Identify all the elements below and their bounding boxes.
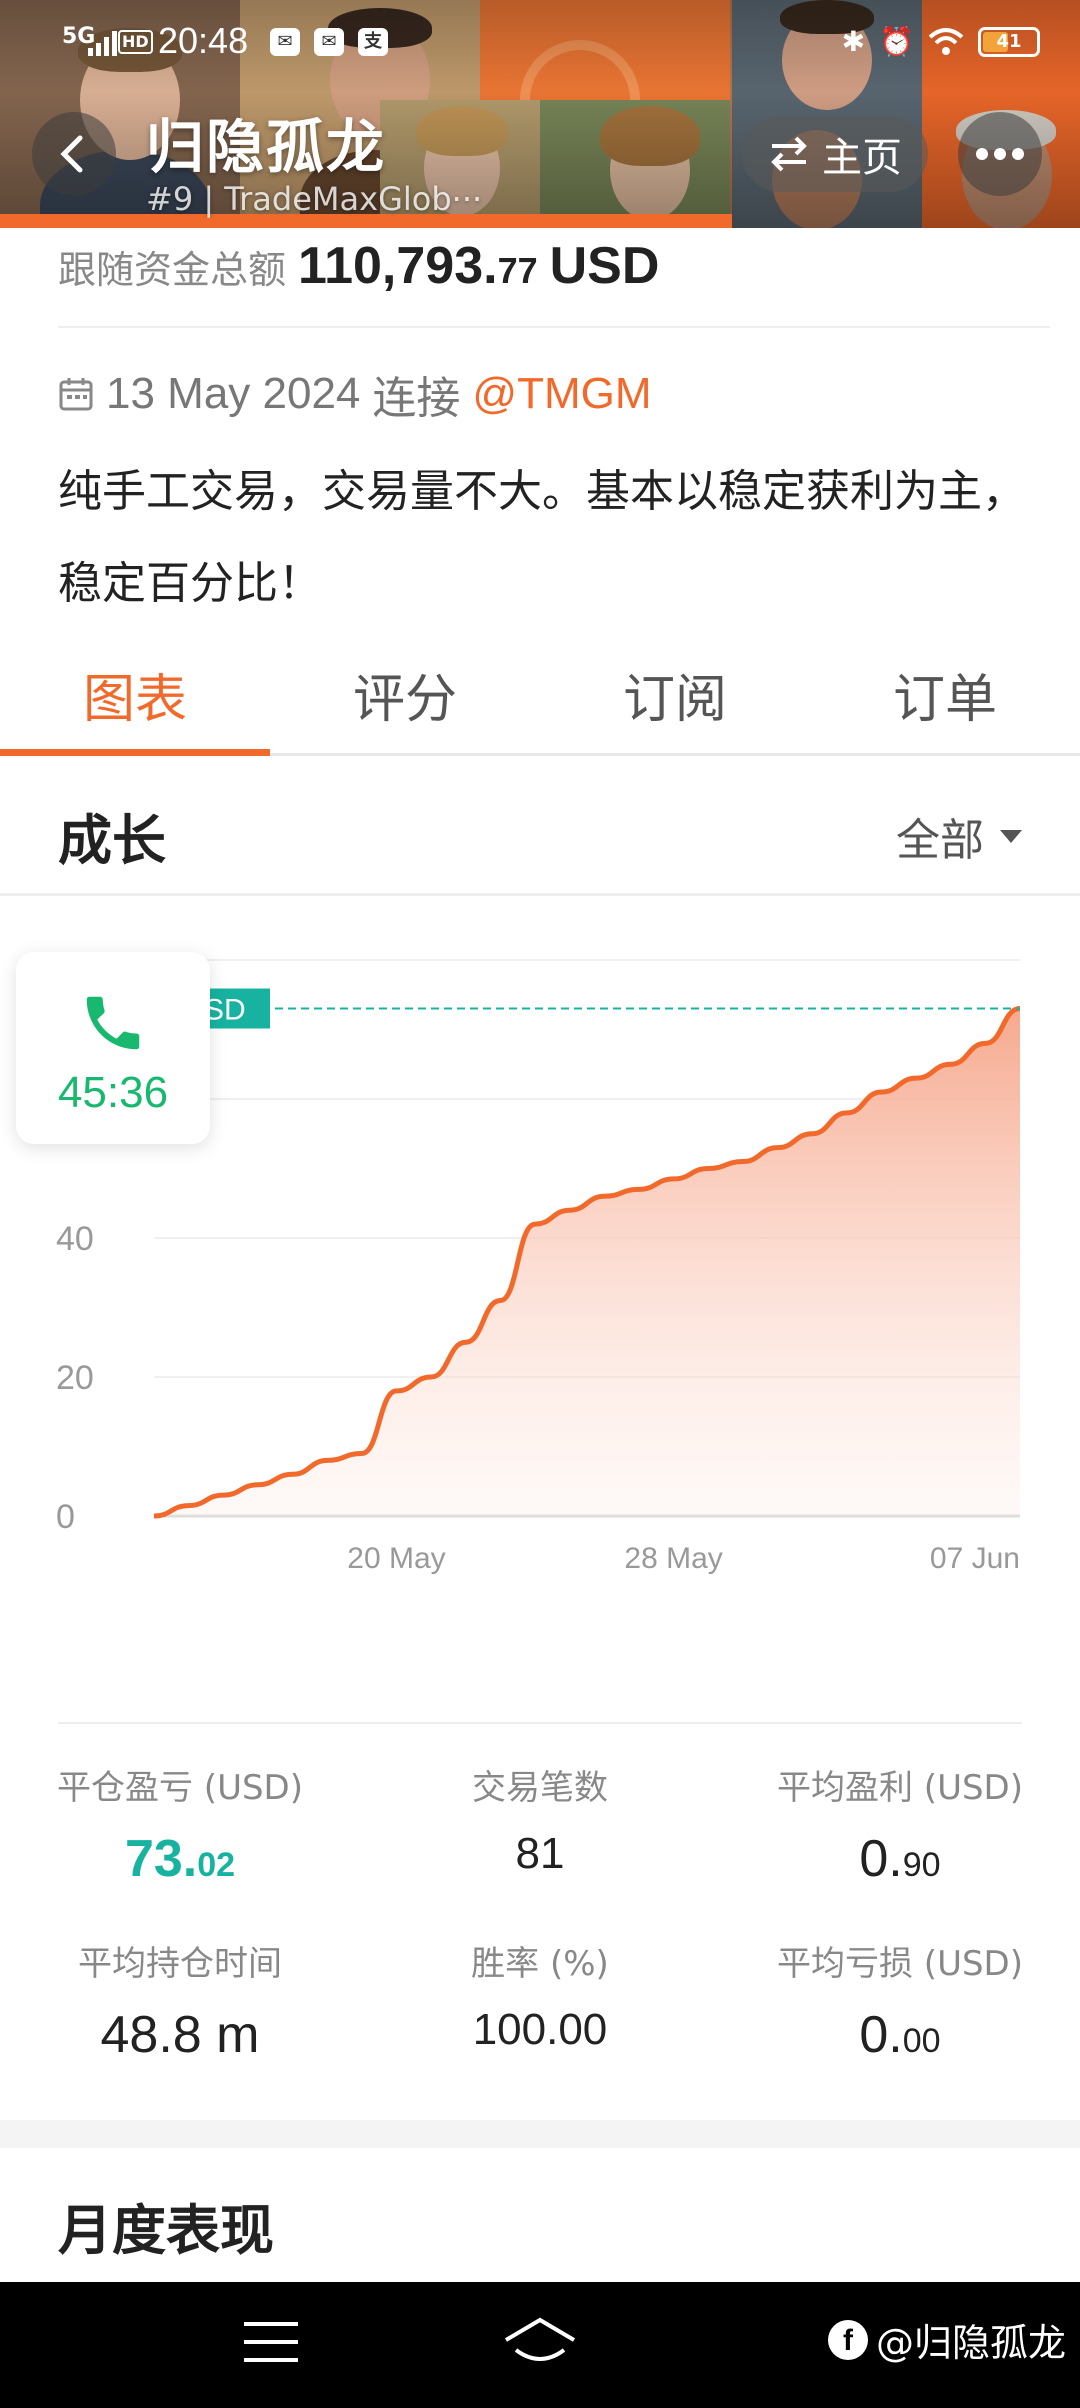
more-button[interactable] xyxy=(958,112,1042,196)
stat-avg-profit: 平均盈利 (USD) 0.90 xyxy=(777,1768,1023,1888)
page-title: 归隐孤龙 xyxy=(146,113,387,181)
home-icon[interactable] xyxy=(502,2316,578,2368)
stat-trade-count: 交易笔数 81 xyxy=(472,1768,608,1878)
y-tick-label: 0 xyxy=(56,1498,75,1536)
tab-orders[interactable]: 订单 xyxy=(810,650,1080,753)
status-bar: 5G HD 20:48 ✉ ✉ 支 ✱ ⏰ 41 xyxy=(0,14,1080,70)
mail-icon: ✉ xyxy=(270,28,300,56)
home-button-label: 主页 xyxy=(822,135,902,181)
x-tick-label: 07 Jun xyxy=(930,1542,1020,1575)
wifi-icon xyxy=(928,28,964,55)
stat-closed-pnl: 平仓盈亏 (USD) 73.02 xyxy=(57,1768,303,1888)
bluetooth-icon: ✱ xyxy=(841,25,866,58)
mail-icon: ✉ xyxy=(314,28,344,56)
system-nav-bar: f @归隐孤龙 xyxy=(0,2282,1080,2408)
call-duration: 45:36 xyxy=(57,1068,169,1117)
battery-level: 41 xyxy=(996,31,1022,52)
swap-icon xyxy=(771,136,807,172)
chevron-left-icon xyxy=(60,135,83,173)
y-tick-label: 40 xyxy=(56,1220,94,1258)
clock: 20:48 xyxy=(158,20,249,61)
section-separator xyxy=(0,2120,1080,2148)
growth-area xyxy=(154,1008,1020,1516)
tab-rating[interactable]: 评分 xyxy=(270,650,540,753)
x-tick-label: 28 May xyxy=(624,1542,722,1575)
divider xyxy=(58,1722,1022,1724)
follow-funds-total: 跟随资金总额 110,793.77 USD xyxy=(58,236,659,296)
alipay-icon: 支 xyxy=(358,28,388,56)
tab-subscribe[interactable]: 订阅 xyxy=(540,650,810,753)
signal-icon xyxy=(88,30,117,56)
stat-avg-loss: 平均亏损 (USD) 0.00 xyxy=(777,1944,1023,2064)
growth-filter-dropdown[interactable]: 全部 xyxy=(896,804,1022,868)
connect-label: 连接 xyxy=(372,374,461,423)
tab-chart[interactable]: 图表 xyxy=(0,650,270,756)
growth-title: 成长 xyxy=(58,809,166,872)
follow-funds-value: 110,793.77 xyxy=(298,237,538,295)
growth-filter-label: 全部 xyxy=(896,815,984,866)
stat-avg-holding-time: 平均持仓时间 48.8 m xyxy=(78,1944,282,2064)
phone-icon xyxy=(86,996,140,1050)
hd-indicator: HD xyxy=(118,30,153,54)
stat-win-rate: 胜率 (%) 100.00 xyxy=(471,1944,609,2054)
follow-funds-label: 跟随资金总额 xyxy=(58,248,287,292)
broker-link[interactable]: @TMGM xyxy=(472,369,651,419)
strategy-description: 纯手工交易，交易量不大。基本以稳定获利为主，稳定百分比！ xyxy=(58,466,1026,609)
current-value-tag-text: SD xyxy=(204,994,246,1027)
divider xyxy=(58,326,1050,328)
monthly-performance-title: 月度表现 xyxy=(58,2199,274,2262)
watermark-text: @归隐孤龙 xyxy=(875,2321,1066,2365)
rank-broker-label: #9 | TradeMaxGlob··· xyxy=(146,180,483,218)
ongoing-call-widget[interactable]: 45:36 xyxy=(16,952,210,1144)
connection-info: 13 May 2024 连接 @TMGM xyxy=(58,362,651,426)
growth-header: 成长 全部 xyxy=(0,756,1080,896)
tab-bar: 图表 评分 订阅 订单 xyxy=(0,650,1080,756)
back-button[interactable] xyxy=(32,112,116,196)
x-tick-label: 20 May xyxy=(347,1542,445,1575)
y-tick-label: 20 xyxy=(56,1359,94,1397)
status-icons: ✱ ⏰ 41 xyxy=(842,24,1040,60)
facebook-icon: f xyxy=(827,2319,868,2360)
home-button[interactable]: 主页 xyxy=(742,116,928,192)
battery-icon: 41 xyxy=(978,27,1040,57)
connect-date: 13 May 2024 xyxy=(106,369,361,418)
caret-down-icon xyxy=(1000,829,1022,843)
menu-icon[interactable] xyxy=(244,2322,298,2376)
profile-header: 5G HD 20:48 ✉ ✉ 支 ✱ ⏰ 41 归隐孤龙 #9 | Trade… xyxy=(0,0,1080,228)
watermark: f @归隐孤龙 xyxy=(827,2312,1066,2367)
calendar-icon xyxy=(59,378,93,411)
alarm-icon: ⏰ xyxy=(879,25,914,58)
currency-label: USD xyxy=(549,237,660,295)
